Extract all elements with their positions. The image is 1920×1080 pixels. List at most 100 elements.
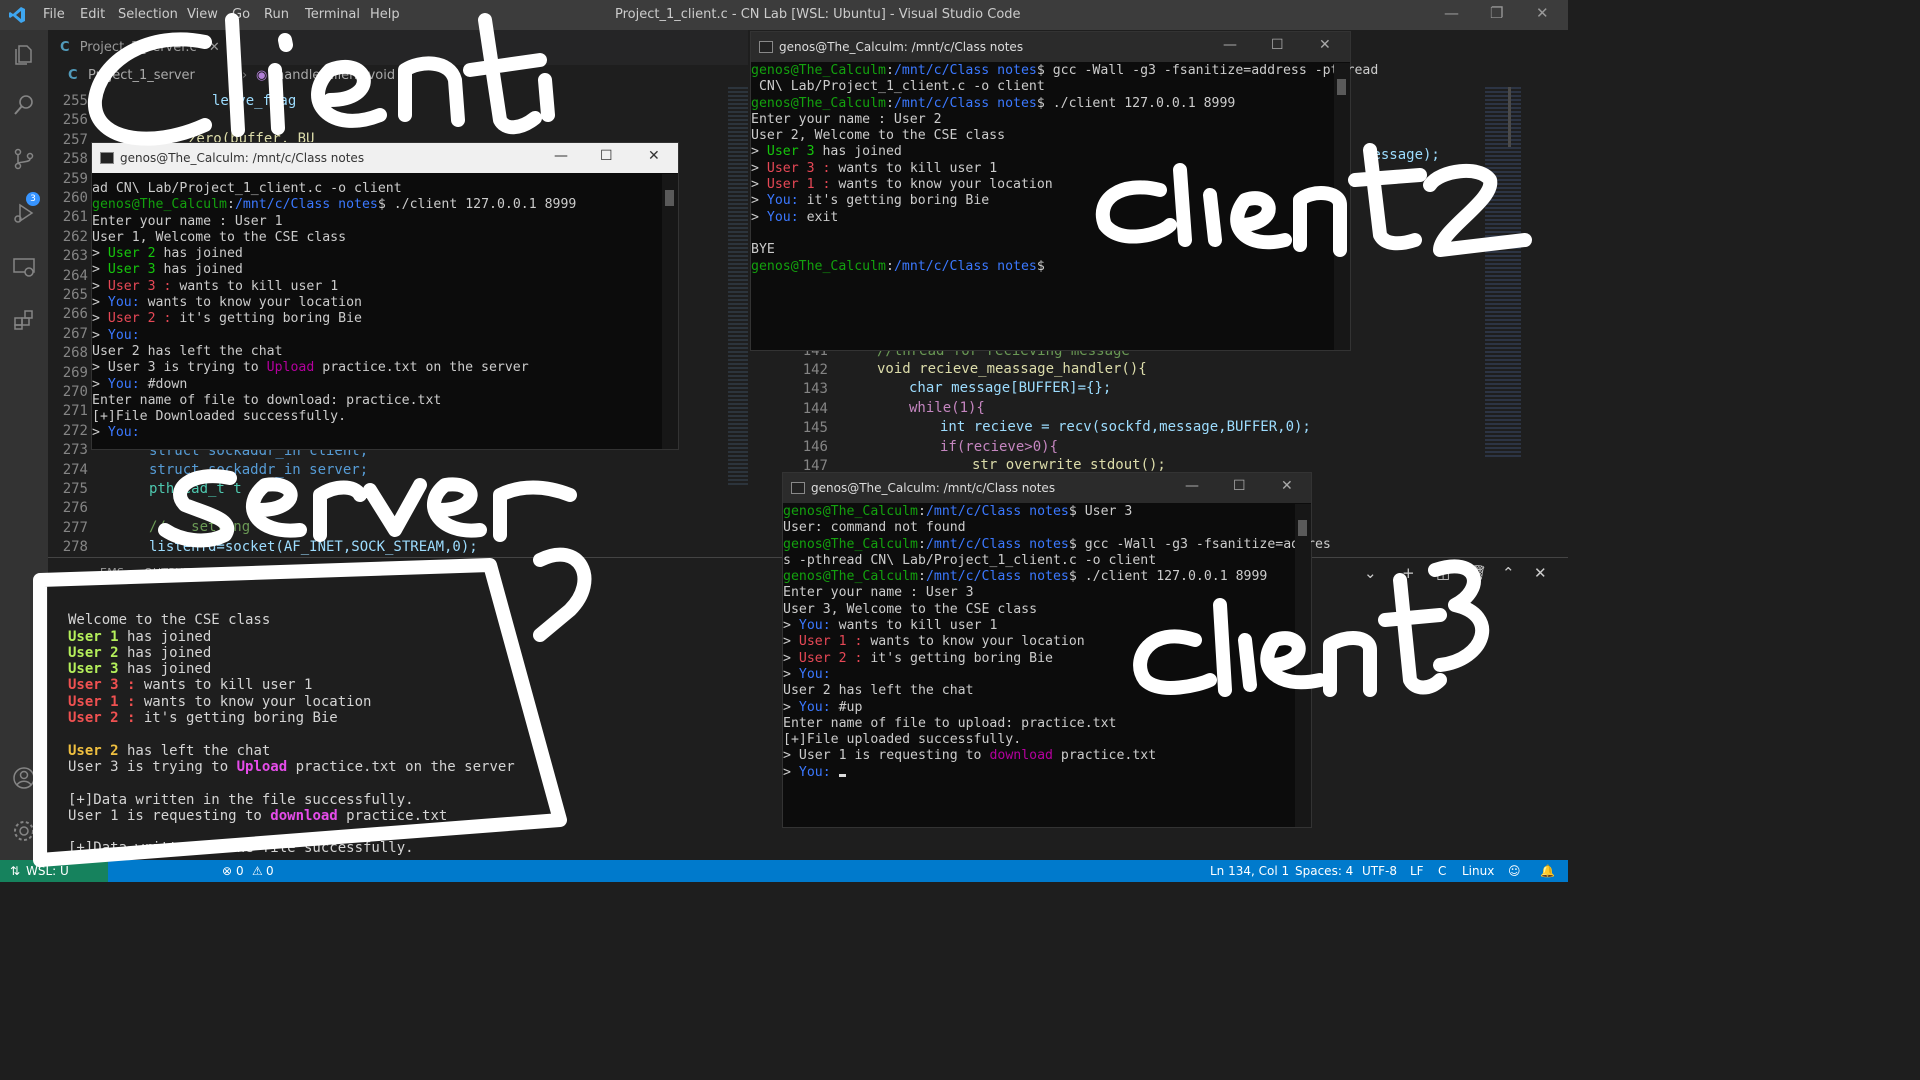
line-number: 273 (62, 442, 88, 459)
vscode-logo-icon (8, 6, 26, 24)
explorer-icon[interactable] (12, 43, 36, 67)
tab-debug-console[interactable]: DEBUG CONSOLE (206, 566, 306, 579)
terminal-line: Enter name of file to upload: practice.t… (783, 715, 1117, 731)
scrollbar-thumb[interactable] (1337, 79, 1346, 95)
language-mode[interactable]: C (1438, 864, 1446, 878)
user-name: User 2 : (68, 710, 136, 727)
chevron-down-icon[interactable]: ⌄ (1364, 564, 1377, 582)
tab-project-1-server[interactable]: C Project_1_server.c ✕ (48, 30, 232, 65)
tab-output[interactable]: OUTPUT (144, 566, 191, 579)
run-debug-icon[interactable] (12, 201, 36, 225)
maximize-icon[interactable]: ☐ (600, 148, 613, 164)
split-terminal-icon[interactable]: ◫ (1436, 564, 1450, 582)
extensions-icon[interactable] (12, 308, 36, 332)
end-of-line[interactable]: LF (1410, 864, 1424, 878)
line-number: 269 (62, 364, 88, 381)
maximize-panel-icon[interactable]: ⌃ (1502, 564, 1515, 582)
feedback-icon[interactable]: ☺ (1508, 864, 1521, 878)
line-number: 259 (62, 170, 88, 187)
client3-terminal-window[interactable]: genos@The_Calculm: /mnt/c/Class notes — … (782, 472, 1331, 828)
close-icon[interactable]: ✕ (1319, 37, 1331, 53)
scrollbar-thumb[interactable] (665, 190, 674, 206)
menu-view[interactable]: View (187, 7, 218, 22)
client2-title-bar[interactable]: genos@The_Calculm: /mnt/c/Class notes — … (751, 32, 1350, 62)
notifications-bell-icon[interactable]: 🔔 (1540, 864, 1555, 878)
close-icon[interactable]: ✕ (648, 148, 660, 164)
client2-terminal-window[interactable]: genos@The_Calculm: /mnt/c/Class notes — … (750, 31, 1378, 351)
client1-scrollbar[interactable] (662, 174, 678, 449)
terminal-command: $ ./client 127.0.0.1 8999 (377, 197, 577, 213)
add-terminal-icon[interactable]: + (1402, 564, 1415, 582)
scrollbar-thumb[interactable] (1298, 520, 1307, 536)
remote-explorer-icon[interactable] (12, 255, 36, 279)
client2-scrollbar[interactable] (1334, 63, 1350, 350)
menu-help[interactable]: Help (370, 7, 400, 22)
os-indicator[interactable]: Linux (1462, 864, 1494, 878)
client3-scrollbar[interactable] (1295, 504, 1311, 827)
chat-arrow: > (92, 327, 108, 343)
indentation[interactable]: Spaces: 4 (1295, 864, 1353, 878)
chat-arrow: > (783, 699, 799, 715)
client3-terminal-output[interactable]: genos@The_Calculm:/mnt/c/Class notes$ Us… (783, 504, 1331, 781)
status-bar: ⇅ WSL: U ⊗ 0 ⚠ 0 Ln 134, Col 1 Spaces: 4… (0, 860, 1568, 882)
remote-indicator[interactable]: ⇅ WSL: U (0, 860, 108, 882)
settings-gear-icon[interactable] (12, 819, 36, 843)
upload-keyword: Upload (236, 758, 288, 775)
cursor-position[interactable]: Ln 134, Col 1 (1210, 864, 1289, 878)
account-icon[interactable] (12, 766, 36, 790)
breadcrumb-file[interactable]: Project_1_server (88, 68, 195, 83)
minimap-left[interactable] (728, 87, 748, 487)
trash-icon[interactable]: 🗑 (1468, 564, 1487, 582)
menu-selection[interactable]: Selection (118, 7, 178, 22)
search-icon[interactable] (12, 93, 36, 117)
user-name: User 3 (68, 661, 119, 678)
encoding[interactable]: UTF-8 (1362, 864, 1397, 878)
tab-problems[interactable]: EMS (100, 566, 124, 579)
prompt-path: /mnt/c/Class notes (925, 504, 1069, 519)
terminal-line: [+]Data written in the file successfully… (68, 791, 414, 808)
terminal-line: User 3, Welcome to the CSE class (783, 601, 1038, 617)
client1-terminal-output[interactable]: ad CN\ Lab/Project_1_client.c -o client … (92, 181, 576, 442)
client2-terminal-output[interactable]: genos@The_Calculm:/mnt/c/Class notes$ gc… (751, 63, 1378, 275)
code-line-143: char message[BUFFER]={}; (909, 380, 1112, 396)
close-panel-icon[interactable]: ✕ (1534, 564, 1547, 582)
source-control-icon[interactable] (12, 147, 36, 171)
minimize-icon[interactable]: — (1444, 4, 1459, 22)
server-terminal-output[interactable]: Welcome to the CSE class User 1 has join… (68, 596, 515, 857)
close-icon[interactable]: ✕ (1536, 4, 1549, 22)
terminal-line: it's getting boring Bie (171, 311, 362, 327)
chat-arrow: > (92, 246, 108, 262)
scrollbar-thumb[interactable] (1508, 87, 1511, 147)
errors-icon[interactable]: ⊗ (222, 864, 232, 878)
remote-icon: ⇅ (10, 864, 21, 878)
menu-run[interactable]: Run (264, 7, 289, 22)
minimap-right[interactable] (1485, 87, 1521, 457)
terminal-line: Welcome to the CSE class (68, 612, 271, 629)
code-line-144: while(1){ (909, 400, 985, 416)
user-name: User 1 : (798, 634, 863, 650)
breadcrumb-symbol[interactable]: handle_client(void *) (276, 68, 411, 83)
restore-icon[interactable]: ❐ (1490, 4, 1503, 22)
close-icon[interactable]: ✕ (1281, 478, 1293, 494)
menu-edit[interactable]: Edit (80, 7, 105, 22)
menu-file[interactable]: File (43, 7, 65, 22)
minimize-icon[interactable]: — (554, 148, 568, 164)
chat-arrow: > (751, 177, 767, 193)
terminal-line: #down (139, 376, 188, 392)
chat-arrow: > (783, 618, 799, 634)
menu-go[interactable]: Go (232, 7, 250, 22)
tab-close-icon[interactable]: ✕ (209, 40, 220, 55)
client1-title-bar[interactable]: genos@The_Calculm: /mnt/c/Class notes — … (92, 143, 678, 173)
menu-terminal[interactable]: Terminal (305, 7, 360, 22)
code-line-255: leave_flag (212, 93, 297, 109)
minimize-icon[interactable]: — (1223, 37, 1237, 53)
client1-terminal-window[interactable]: genos@The_Calculm: /mnt/c/Class notes — … (91, 142, 679, 450)
maximize-icon[interactable]: ☐ (1271, 37, 1284, 53)
terminal-line: practice.txt (1052, 748, 1157, 764)
maximize-icon[interactable]: ☐ (1233, 478, 1246, 494)
client3-title-bar[interactable]: genos@The_Calculm: /mnt/c/Class notes — … (783, 473, 1311, 503)
warnings-icon[interactable]: ⚠ (252, 864, 263, 878)
minimize-icon[interactable]: — (1185, 478, 1199, 494)
terminal-line: #up (830, 699, 863, 715)
tab-label: Project_1_server.c (79, 40, 197, 55)
